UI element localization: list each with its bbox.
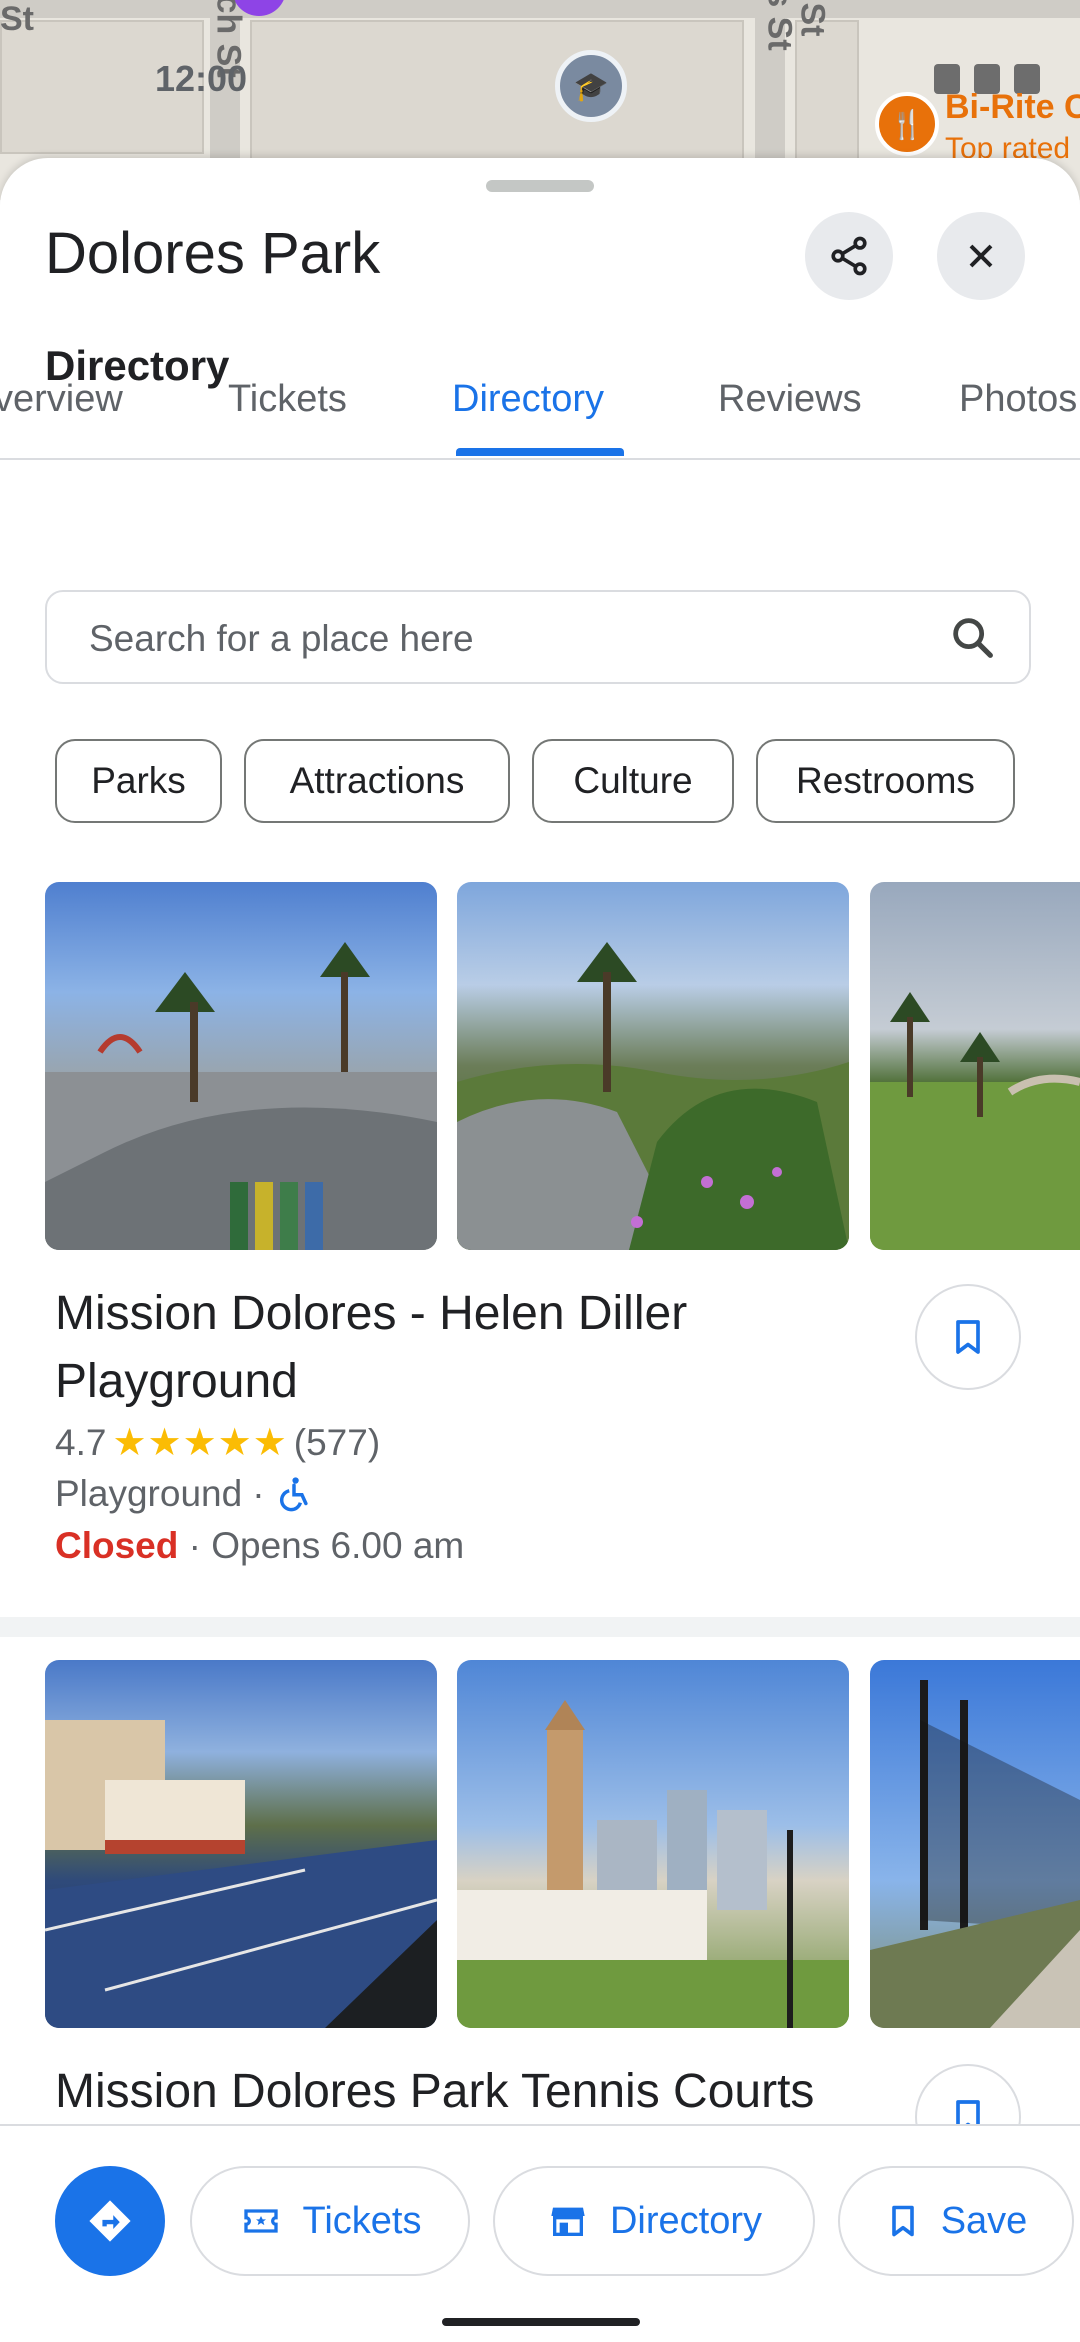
share-icon bbox=[831, 236, 867, 276]
rating-value: 4.7 bbox=[55, 1421, 107, 1463]
opening-hours: Opens 6.00 am bbox=[211, 1525, 465, 1566]
place-photo[interactable] bbox=[457, 882, 849, 1250]
section-divider bbox=[0, 1617, 1080, 1637]
chip-restrooms[interactable]: Restrooms bbox=[756, 739, 1015, 823]
action-bar: Tickets Directory Save bbox=[0, 2124, 1080, 2342]
bookmark-icon bbox=[956, 1320, 980, 1354]
search-icon[interactable] bbox=[947, 612, 999, 664]
storefront-icon bbox=[551, 2207, 585, 2236]
category-row: Playground · bbox=[55, 1473, 313, 1515]
ticket-icon bbox=[243, 2209, 278, 2233]
chip-attractions[interactable]: Attractions bbox=[244, 739, 510, 823]
street-label: St bbox=[0, 0, 34, 38]
chip-parks[interactable]: Parks bbox=[55, 739, 222, 823]
open-status: Closed bbox=[55, 1525, 179, 1566]
place-name[interactable]: Mission Dolores - Helen Diller Playgroun… bbox=[55, 1280, 855, 1416]
share-button[interactable] bbox=[805, 212, 893, 300]
tickets-label: Tickets bbox=[302, 2199, 422, 2242]
place-photo[interactable] bbox=[45, 882, 437, 1250]
place-category: Playground bbox=[55, 1473, 243, 1514]
drag-handle[interactable] bbox=[486, 180, 594, 192]
search-placeholder: Search for a place here bbox=[89, 618, 474, 659]
section-title: Directory bbox=[45, 342, 230, 389]
home-indicator[interactable] bbox=[442, 2318, 640, 2326]
tab-photos[interactable]: Photos bbox=[959, 378, 1077, 421]
search-input[interactable]: Search for a place here bbox=[45, 590, 1031, 684]
restaurant-icon[interactable]: 🍴 bbox=[875, 92, 939, 156]
close-icon bbox=[969, 244, 993, 268]
save-button[interactable]: Save bbox=[838, 2166, 1074, 2276]
active-tab-indicator bbox=[456, 448, 624, 456]
star-rating: ★★★★★ bbox=[112, 1422, 288, 1464]
poi-name[interactable]: Bi-Rite C bbox=[945, 88, 1080, 127]
school-icon[interactable]: 🎓 bbox=[555, 50, 627, 122]
wheelchair-accessible-icon bbox=[279, 1477, 308, 1512]
hours-row: Closed · Opens 6.00 am bbox=[55, 1525, 465, 1566]
directions-button[interactable] bbox=[55, 2166, 165, 2276]
status-bar-time: 12:00 bbox=[155, 58, 248, 99]
place-photo[interactable] bbox=[457, 1660, 849, 2028]
chip-culture[interactable]: Culture bbox=[532, 739, 734, 823]
save-place-button[interactable] bbox=[915, 1284, 1021, 1390]
tickets-button[interactable]: Tickets bbox=[190, 2166, 470, 2276]
rating-row: 4.7 ★★★★★ (577) bbox=[55, 1420, 380, 1465]
bookmark-icon bbox=[891, 2205, 914, 2237]
directory-button[interactable]: Directory bbox=[493, 2166, 815, 2276]
save-label: Save bbox=[940, 2199, 1028, 2242]
tab-reviews[interactable]: Reviews bbox=[718, 378, 862, 421]
place-name[interactable]: Mission Dolores Park Tennis Courts bbox=[55, 2058, 875, 2126]
directions-icon bbox=[89, 2200, 131, 2242]
review-count[interactable]: (577) bbox=[294, 1422, 380, 1464]
place-photo[interactable] bbox=[45, 1660, 437, 2028]
tab-directory[interactable]: Directory bbox=[452, 378, 604, 421]
place-title: Dolores Park bbox=[45, 221, 381, 286]
tab-tickets[interactable]: Tickets bbox=[228, 378, 347, 421]
place-photo[interactable] bbox=[870, 882, 1080, 1250]
place-photo[interactable] bbox=[870, 1660, 1080, 2028]
close-button[interactable] bbox=[937, 212, 1025, 300]
street-label: St bbox=[793, 2, 832, 37]
directory-label: Directory bbox=[609, 2199, 763, 2242]
